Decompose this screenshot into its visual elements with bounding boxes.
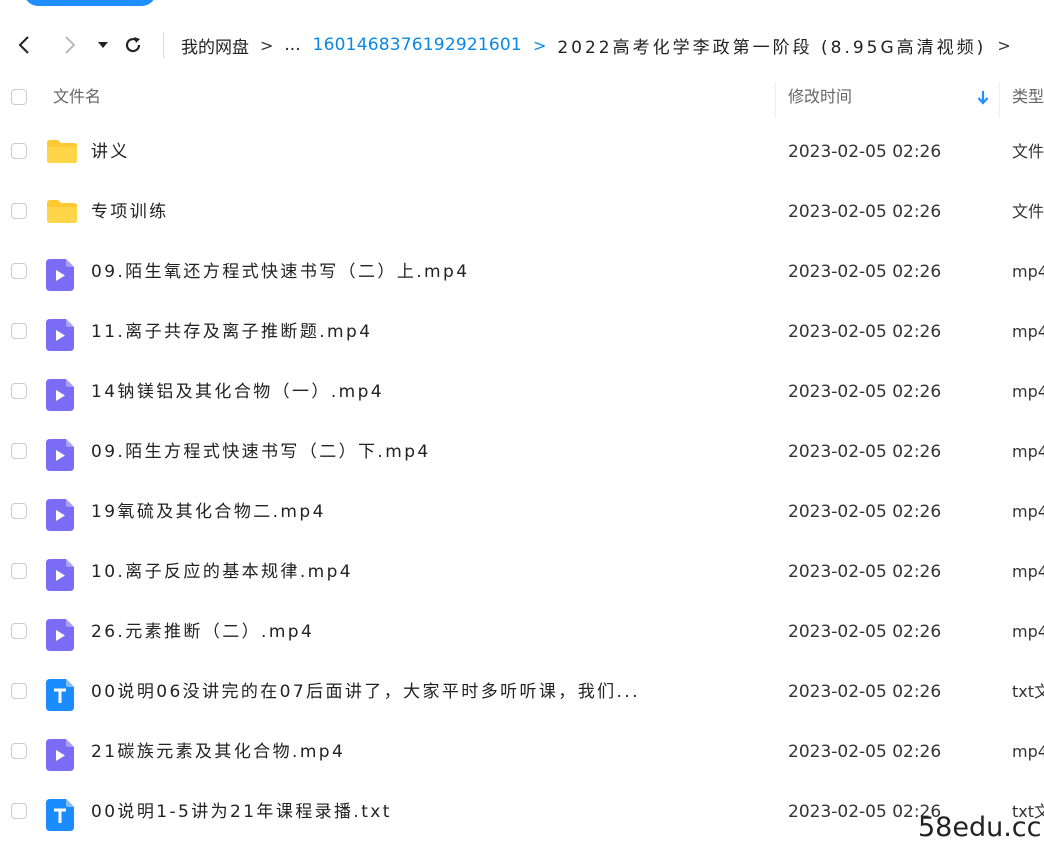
table-row[interactable]: 26.元素推断（二）.mp4 2023-02-05 02:26 mp4 [0, 602, 1044, 662]
modified-time: 2023-02-05 02:26 [788, 322, 942, 342]
table-row[interactable]: 09.陌生方程式快速书写（二）下.mp4 2023-02-05 02:26 mp4 [0, 422, 1044, 482]
table-row[interactable]: 专项训练 2023-02-05 02:26 文件 [0, 182, 1044, 242]
video-file-icon [46, 559, 74, 595]
text-file-icon [46, 679, 74, 715]
file-type: 文件 [1012, 142, 1044, 161]
row-checkbox[interactable] [11, 503, 27, 519]
folder-icon [46, 198, 78, 228]
breadcrumb-current: 2022高考化学李政第一阶段 (8.95G高清视频) [557, 37, 987, 58]
refresh-icon [125, 37, 141, 53]
breadcrumb-root[interactable]: 我的网盘 [181, 33, 249, 58]
row-checkbox[interactable] [11, 203, 27, 219]
table-row[interactable]: 10.离子反应的基本规律.mp4 2023-02-05 02:26 mp4 [0, 542, 1044, 602]
file-type: mp4 [1012, 622, 1044, 641]
row-checkbox[interactable] [11, 803, 27, 819]
file-type: mp4 [1012, 562, 1044, 581]
modified-time: 2023-02-05 02:26 [788, 442, 942, 462]
top-action-button[interactable] [24, 0, 156, 6]
breadcrumb-folder-link[interactable]: 1601468376192921601 [313, 35, 522, 55]
breadcrumb-separator: > [532, 35, 547, 55]
chevron-left-icon [18, 36, 29, 54]
file-name[interactable]: 19氧硫及其化合物二.mp4 [91, 482, 326, 542]
file-name[interactable]: 09.陌生方程式快速书写（二）下.mp4 [91, 422, 431, 482]
row-checkbox[interactable] [11, 383, 27, 399]
file-type: txt文 [1012, 682, 1044, 701]
file-type: mp4 [1012, 742, 1044, 761]
file-name[interactable]: 讲义 [91, 122, 130, 182]
modified-time: 2023-02-05 02:26 [788, 382, 942, 402]
history-dropdown-button[interactable] [94, 22, 112, 68]
modified-time: 2023-02-05 02:26 [788, 622, 942, 642]
table-row[interactable]: 00说明06没讲完的在07后面讲了，大家平时多听听课，我们... 2023-02-… [0, 662, 1044, 722]
modified-time: 2023-02-05 02:26 [788, 562, 942, 582]
breadcrumb-separator: > [260, 35, 274, 55]
sort-down-icon[interactable] [976, 89, 990, 105]
video-file-icon [46, 319, 74, 355]
video-file-icon [46, 499, 74, 535]
refresh-button[interactable] [120, 22, 146, 68]
column-divider[interactable] [775, 82, 776, 118]
row-checkbox[interactable] [11, 443, 27, 459]
file-name[interactable]: 09.陌生氧还方程式快速书写（二）上.mp4 [91, 242, 469, 302]
watermark: 58edu.cc [918, 812, 1042, 843]
navigation-bar: 我的网盘 > ... 1601468376192921601 > 2022高考化… [0, 22, 1044, 68]
file-name[interactable]: 00说明06没讲完的在07后面讲了，大家平时多听听课，我们... [91, 662, 640, 722]
select-all-checkbox[interactable] [11, 89, 27, 105]
caret-down-icon [98, 42, 108, 48]
table-header: 文件名 修改时间 类型 [0, 72, 1044, 122]
modified-time: 2023-02-05 02:26 [788, 682, 942, 702]
modified-time: 2023-02-05 02:26 [788, 262, 942, 282]
modified-time: 2023-02-05 02:26 [788, 202, 942, 222]
row-checkbox[interactable] [11, 263, 27, 279]
chevron-right-icon [65, 36, 76, 54]
file-name[interactable]: 10.离子反应的基本规律.mp4 [91, 542, 353, 602]
file-type: 文件 [1012, 202, 1044, 221]
file-name[interactable]: 26.元素推断（二）.mp4 [91, 602, 314, 662]
row-checkbox[interactable] [11, 143, 27, 159]
video-file-icon [46, 259, 74, 295]
file-type: mp4 [1012, 382, 1044, 401]
breadcrumb-ellipsis[interactable]: ... [284, 35, 300, 55]
header-filename[interactable]: 文件名 [53, 72, 101, 122]
modified-time: 2023-02-05 02:26 [788, 502, 942, 522]
file-name[interactable]: 00说明1-5讲为21年课程录播.txt [91, 782, 392, 842]
column-divider[interactable] [999, 82, 1000, 118]
breadcrumb: 我的网盘 > ... 1601468376192921601 > 2022高考化… [181, 22, 1022, 68]
text-file-icon [46, 799, 74, 835]
file-type: mp4 [1012, 502, 1044, 521]
table-row[interactable]: 14钠镁铝及其化合物（一）.mp4 2023-02-05 02:26 mp4 [0, 362, 1044, 422]
breadcrumb-separator: > [997, 35, 1011, 55]
modified-time: 2023-02-05 02:26 [788, 742, 942, 762]
table-row[interactable]: 11.离子共存及离子推断题.mp4 2023-02-05 02:26 mp4 [0, 302, 1044, 362]
file-type: mp4 [1012, 442, 1044, 461]
table-row[interactable]: 讲义 2023-02-05 02:26 文件 [0, 122, 1044, 182]
file-name[interactable]: 专项训练 [91, 182, 169, 242]
table-row[interactable]: 21碳族元素及其化合物.mp4 2023-02-05 02:26 mp4 [0, 722, 1044, 782]
row-checkbox[interactable] [11, 323, 27, 339]
file-name[interactable]: 21碳族元素及其化合物.mp4 [91, 722, 345, 782]
back-button[interactable] [12, 22, 36, 68]
forward-button[interactable] [58, 22, 82, 68]
row-checkbox[interactable] [11, 683, 27, 699]
nav-divider [163, 32, 164, 58]
video-file-icon [46, 439, 74, 475]
file-name[interactable]: 14钠镁铝及其化合物（一）.mp4 [91, 362, 384, 422]
header-type[interactable]: 类型 [1012, 72, 1044, 122]
header-modified-time[interactable]: 修改时间 [788, 72, 852, 122]
row-checkbox[interactable] [11, 743, 27, 759]
folder-icon [46, 138, 78, 168]
table-row[interactable]: 09.陌生氧还方程式快速书写（二）上.mp4 2023-02-05 02:26 mp… [0, 242, 1044, 302]
file-name[interactable]: 11.离子共存及离子推断题.mp4 [91, 302, 372, 362]
video-file-icon [46, 379, 74, 415]
row-checkbox[interactable] [11, 563, 27, 579]
modified-time: 2023-02-05 02:26 [788, 142, 942, 162]
table-row[interactable]: 00说明1-5讲为21年课程录播.txt 2023-02-05 02:26 txt文 [0, 782, 1044, 842]
file-type: mp4 [1012, 262, 1044, 281]
file-type: mp4 [1012, 322, 1044, 341]
video-file-icon [46, 739, 74, 775]
video-file-icon [46, 619, 74, 655]
row-checkbox[interactable] [11, 623, 27, 639]
table-row[interactable]: 19氧硫及其化合物二.mp4 2023-02-05 02:26 mp4 [0, 482, 1044, 542]
